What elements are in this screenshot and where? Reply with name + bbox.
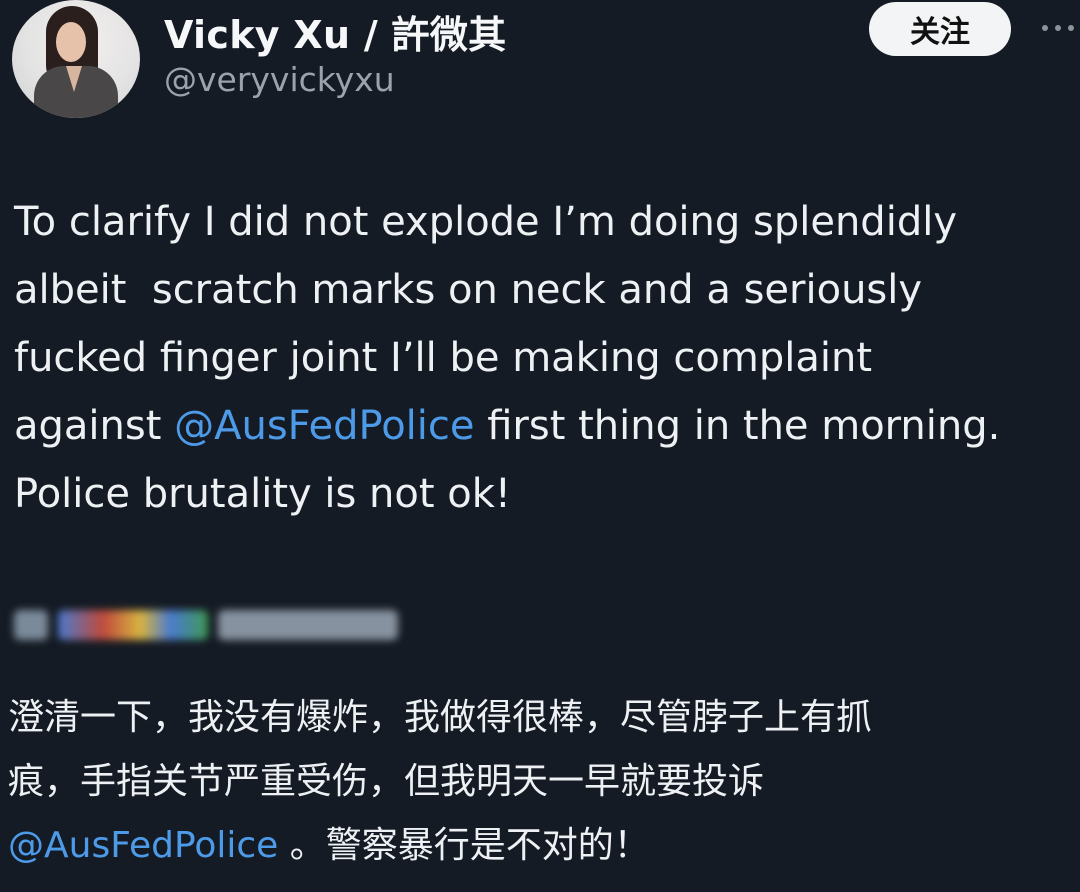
tweet-text: To clarify I did not explode I’m doing s… bbox=[14, 188, 1080, 528]
more-dot bbox=[1042, 25, 1048, 31]
translated-text: 澄清一下，我没有爆炸，我做得很棒，尽管脖子上有抓 痕，手指关节严重受伤，但我明天… bbox=[8, 686, 1074, 878]
more-horizontal-icon[interactable] bbox=[1042, 18, 1080, 38]
avatar[interactable] bbox=[12, 0, 140, 118]
translation-line: 澄清一下，我没有爆炸，我做得很棒，尽管脖子上有抓 bbox=[8, 697, 873, 738]
follow-button[interactable]: 关注 bbox=[869, 2, 1011, 56]
avatar-face bbox=[56, 22, 86, 62]
blurred-icon bbox=[14, 610, 48, 640]
more-dot bbox=[1068, 25, 1074, 31]
tweet-line: Police brutality is not ok! bbox=[14, 471, 511, 517]
tweet-line: first thing in the morning. bbox=[474, 403, 1001, 449]
translation-line: 。警察暴行是不对的！ bbox=[278, 825, 650, 866]
tweet-line: albeit scratch marks on neck and a serio… bbox=[14, 267, 923, 313]
translation-mention-link[interactable]: @AusFedPolice bbox=[8, 825, 278, 866]
translation-line: 痕，手指关节严重受伤，但我明天一早就要投诉 bbox=[8, 761, 765, 802]
translated-by-google-blurred[interactable] bbox=[14, 602, 414, 648]
mention-link[interactable]: @AusFedPolice bbox=[174, 403, 474, 449]
more-dot bbox=[1055, 25, 1061, 31]
tweet-line: fucked finger joint I’ll be making compl… bbox=[14, 335, 873, 381]
author-name[interactable]: Vicky Xu / 許微其 bbox=[164, 4, 506, 59]
author-handle[interactable]: @veryvickyxu bbox=[164, 60, 395, 99]
blurred-label bbox=[218, 610, 398, 640]
tweet-line: To clarify I did not explode I’m doing s… bbox=[14, 199, 957, 245]
blurred-google-logo bbox=[58, 610, 208, 640]
tweet-line: against bbox=[14, 403, 175, 449]
